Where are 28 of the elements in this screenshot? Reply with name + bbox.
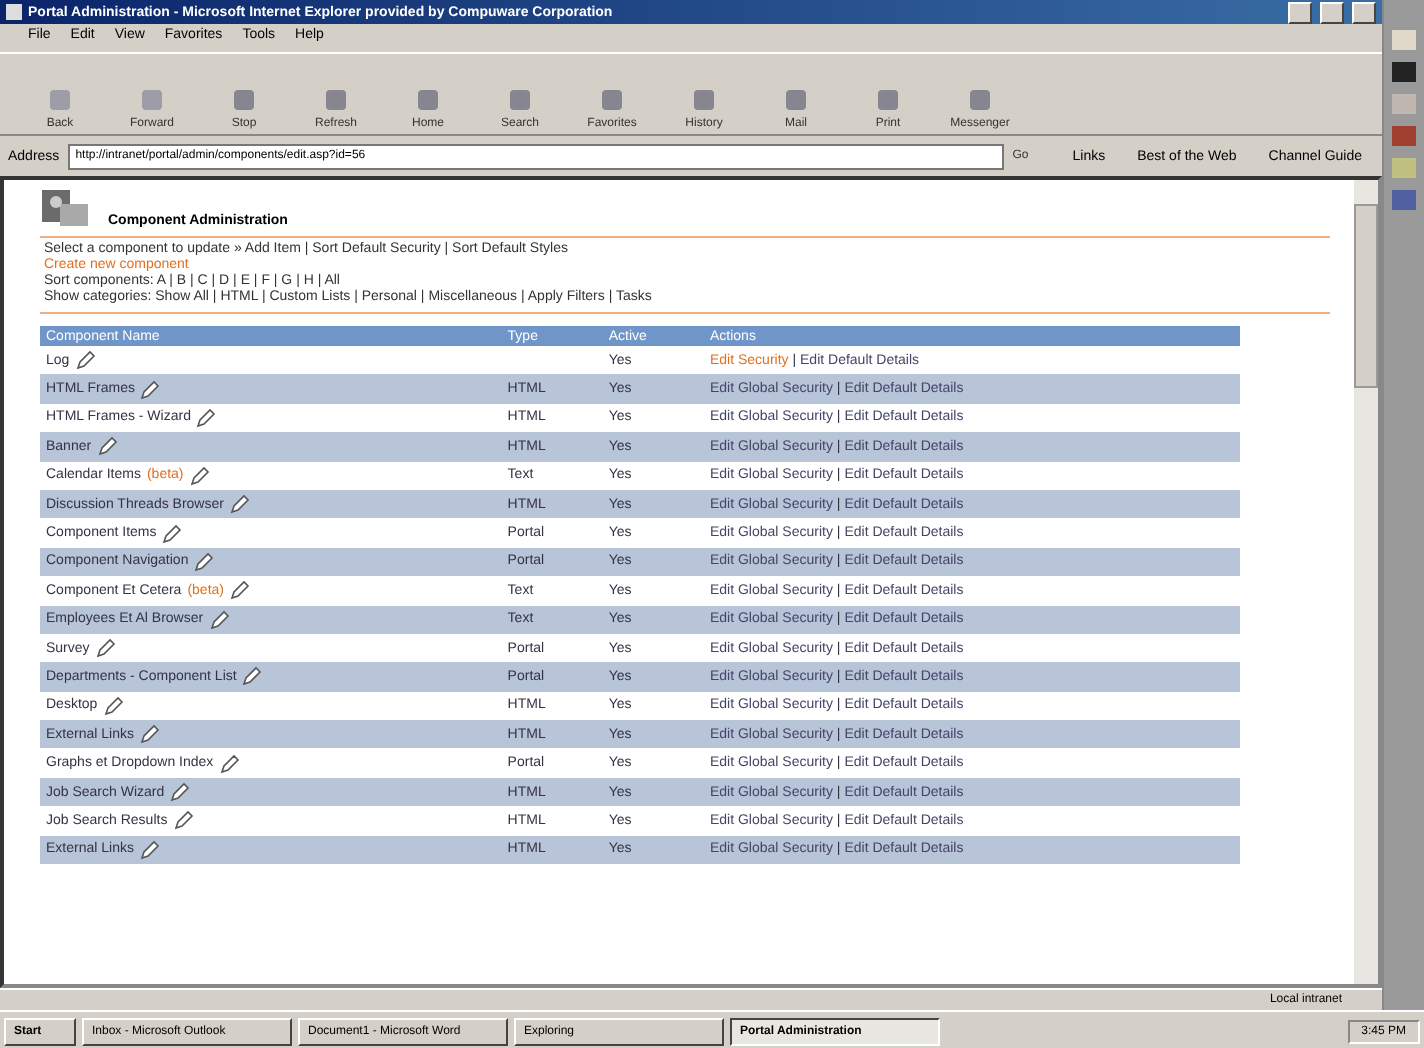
toolbar-icon	[322, 86, 350, 114]
pencil-icon	[194, 551, 215, 572]
pencil-icon	[230, 580, 250, 601]
pencil-icon	[140, 379, 161, 400]
scrollbar-thumb[interactable]	[1354, 204, 1378, 388]
toolbar-icon	[598, 86, 626, 114]
toolbar-icon	[690, 86, 718, 114]
pencil-icon	[229, 494, 250, 515]
toolbar-icon	[414, 86, 442, 114]
toolbar-icon	[506, 86, 534, 114]
pencil-icon	[209, 609, 230, 630]
toolbar-icon	[46, 86, 74, 114]
toolbar-icon	[874, 86, 902, 114]
close-button[interactable]	[1352, 1, 1376, 23]
window-icon	[6, 4, 22, 20]
minimize-button[interactable]	[1288, 1, 1312, 23]
pencil-icon	[170, 782, 191, 803]
pencil-icon	[139, 724, 160, 745]
pencil-icon	[97, 436, 118, 457]
toolbar-icon	[966, 86, 994, 114]
toolbar-icon	[138, 86, 166, 114]
logo-icon	[40, 188, 92, 228]
toolbar-icon	[782, 86, 810, 114]
pencil-icon	[242, 666, 263, 687]
pencil-icon	[139, 839, 160, 860]
toolbar-icon	[230, 86, 258, 114]
desktop-icon[interactable]	[1390, 60, 1418, 84]
maximize-button[interactable]	[1320, 1, 1344, 23]
